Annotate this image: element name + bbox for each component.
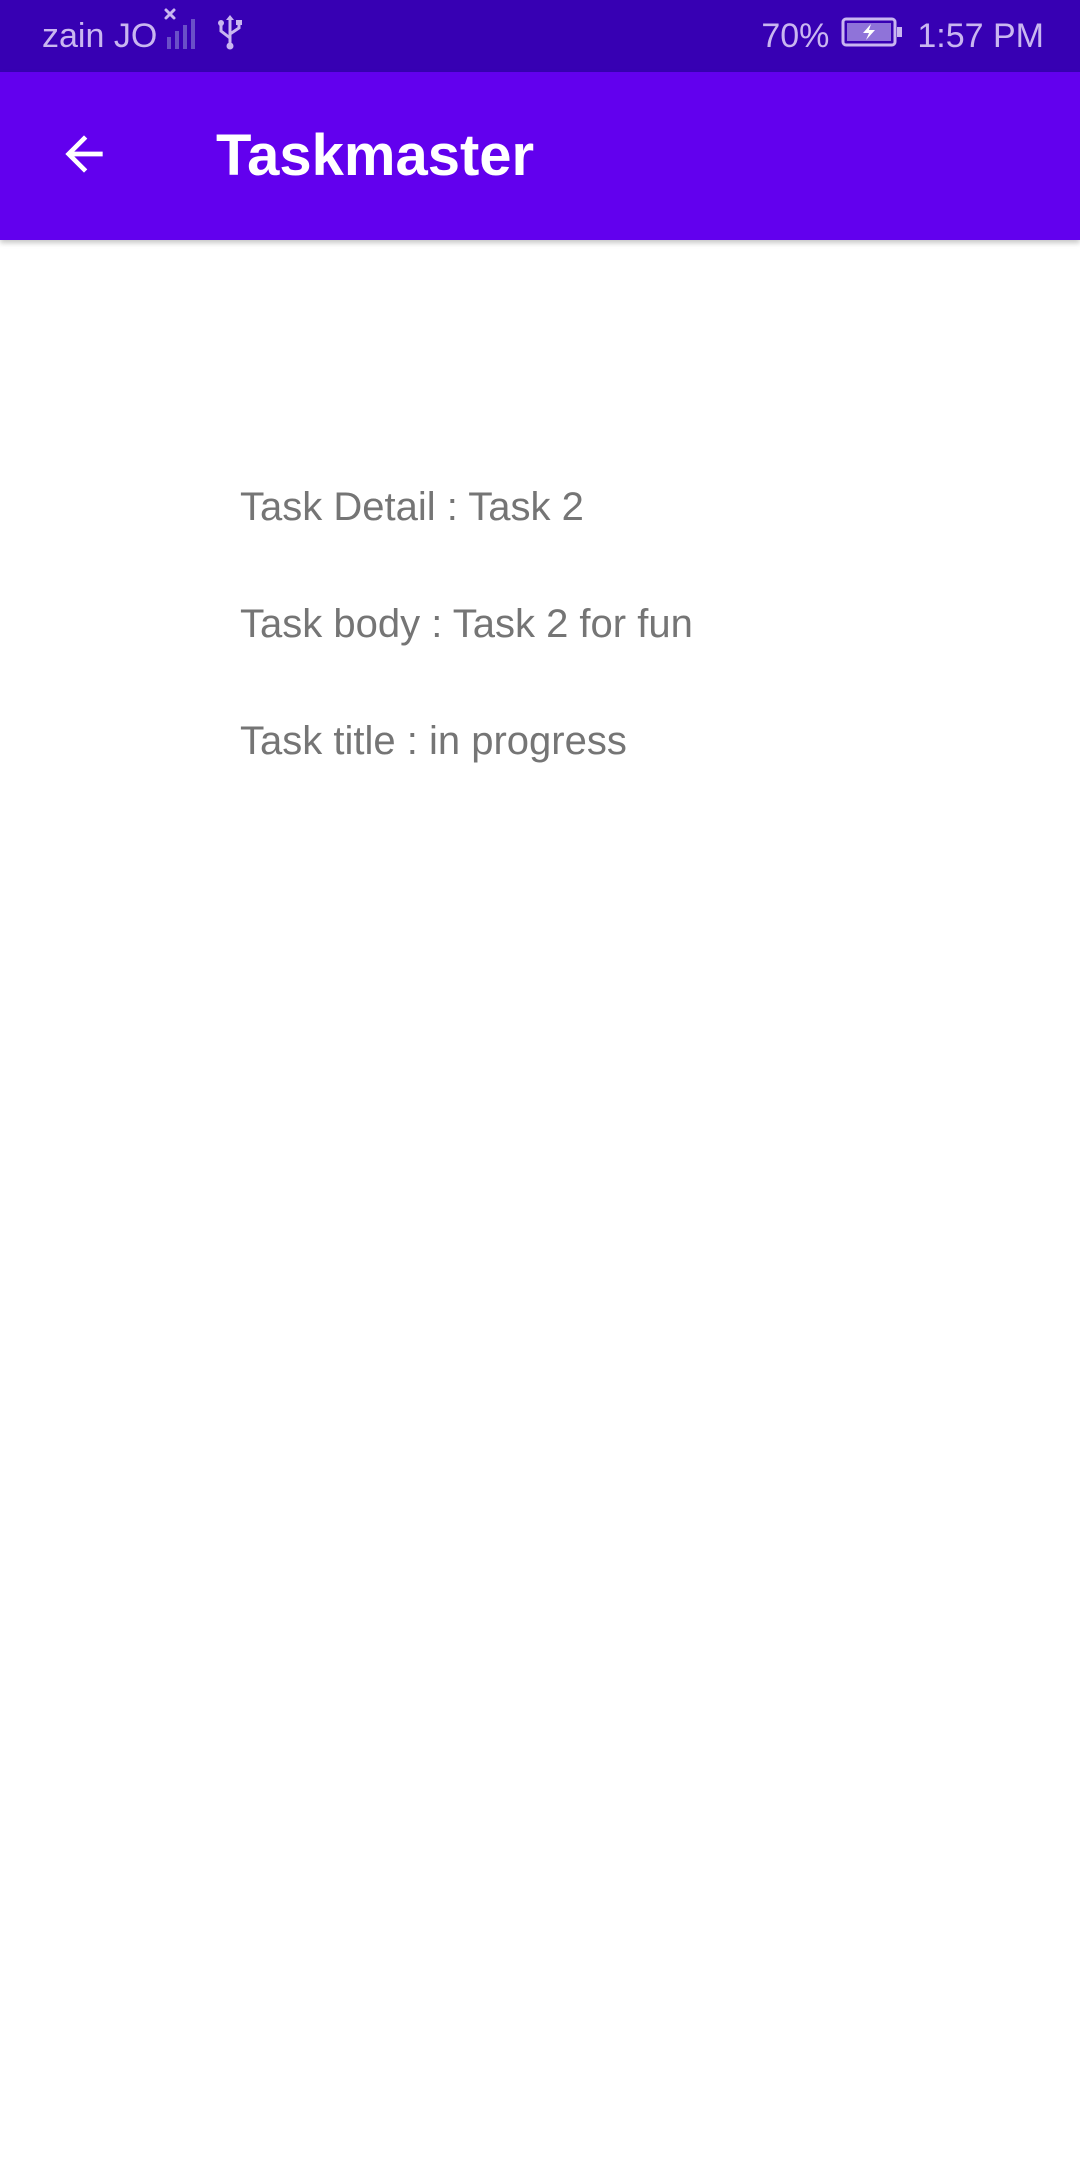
clock-time: 1:57 PM [917, 16, 1044, 55]
arrow-back-icon [56, 126, 112, 187]
back-button[interactable] [42, 114, 126, 198]
task-detail-text: Task Detail : Task 2 [240, 485, 584, 529]
signal-no-service-icon [163, 7, 203, 60]
carrier-name: zain JO [42, 16, 158, 55]
task-body-text: Task body : Task 2 for fun [240, 602, 693, 646]
app-title: Taskmaster [216, 123, 535, 188]
status-bar-left: zain JO [42, 0, 243, 72]
status-bar-right: 70% 1:57 PM [761, 0, 1044, 72]
task-title-text: Task title : in progress [240, 719, 627, 763]
app-bar: Taskmaster [0, 72, 1080, 240]
status-bar: zain JO 70% 1:57 PM [0, 0, 1080, 72]
battery-percent: 70% [761, 16, 830, 55]
battery-charging-icon [841, 16, 903, 57]
usb-icon [217, 14, 243, 59]
